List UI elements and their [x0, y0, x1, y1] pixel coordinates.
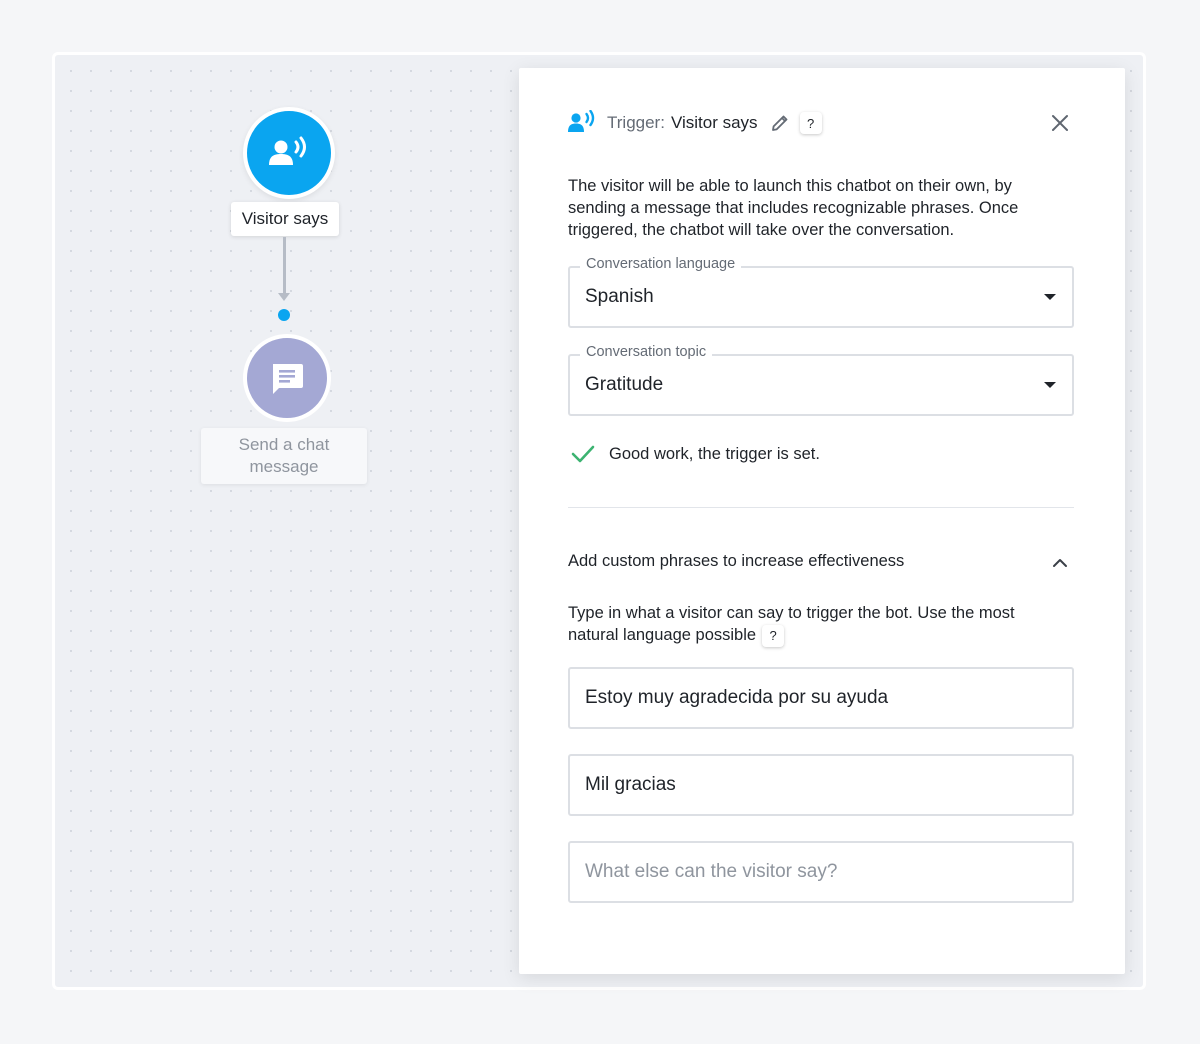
trigger-node-label: Visitor says — [231, 202, 339, 236]
connector-handle[interactable] — [278, 309, 290, 321]
conversation-language-select[interactable]: Conversation language Spanish — [568, 256, 1074, 328]
trigger-name: Visitor says — [670, 113, 758, 132]
custom-phrase-input[interactable] — [568, 667, 1074, 729]
new-phrase-input[interactable] — [568, 841, 1074, 903]
chevron-up-icon[interactable] — [1049, 552, 1071, 574]
custom-phrases-toggle[interactable]: Add custom phrases to increase effective… — [568, 552, 904, 571]
chat-message-node[interactable] — [243, 334, 331, 422]
help-button[interactable]: ? — [762, 624, 785, 647]
speaking-person-icon — [269, 136, 306, 165]
field-label: Conversation language — [580, 256, 742, 272]
conversation-topic-select[interactable]: Conversation topic Gratitude — [568, 344, 1074, 416]
checkmark-icon — [571, 445, 595, 463]
custom-phrase-input[interactable] — [568, 754, 1074, 816]
divider — [568, 507, 1074, 508]
pencil-icon[interactable] — [770, 113, 790, 133]
trigger-node[interactable] — [243, 107, 335, 199]
chat-message-node-label: Send a chat message — [201, 428, 367, 484]
dropdown-arrow-icon — [1044, 382, 1056, 388]
selected-value: Gratitude — [585, 374, 664, 395]
speaking-person-icon — [568, 110, 595, 132]
custom-phrases-instructions: Type in what a visitor can say to trigge… — [568, 602, 1068, 647]
field-label: Conversation topic — [580, 344, 713, 360]
trigger-settings-panel: Trigger: Visitor says ? The visitor will… — [519, 68, 1125, 974]
connector-arrow — [278, 293, 290, 301]
trigger-prefix: Trigger: — [607, 113, 665, 132]
dropdown-arrow-icon — [1044, 294, 1056, 300]
help-button[interactable]: ? — [799, 112, 822, 134]
trigger-status: Good work, the trigger is set. — [571, 444, 820, 464]
connector-line — [283, 237, 286, 297]
selected-value: Spanish — [585, 286, 654, 307]
chat-message-icon — [273, 364, 303, 394]
panel-header: Trigger: Visitor says ? — [567, 108, 822, 138]
close-icon[interactable] — [1049, 112, 1071, 134]
trigger-description: The visitor will be able to launch this … — [568, 177, 1019, 239]
instructions-text: Type in what a visitor can say to trigge… — [568, 604, 1015, 644]
status-text: Good work, the trigger is set. — [609, 444, 820, 463]
